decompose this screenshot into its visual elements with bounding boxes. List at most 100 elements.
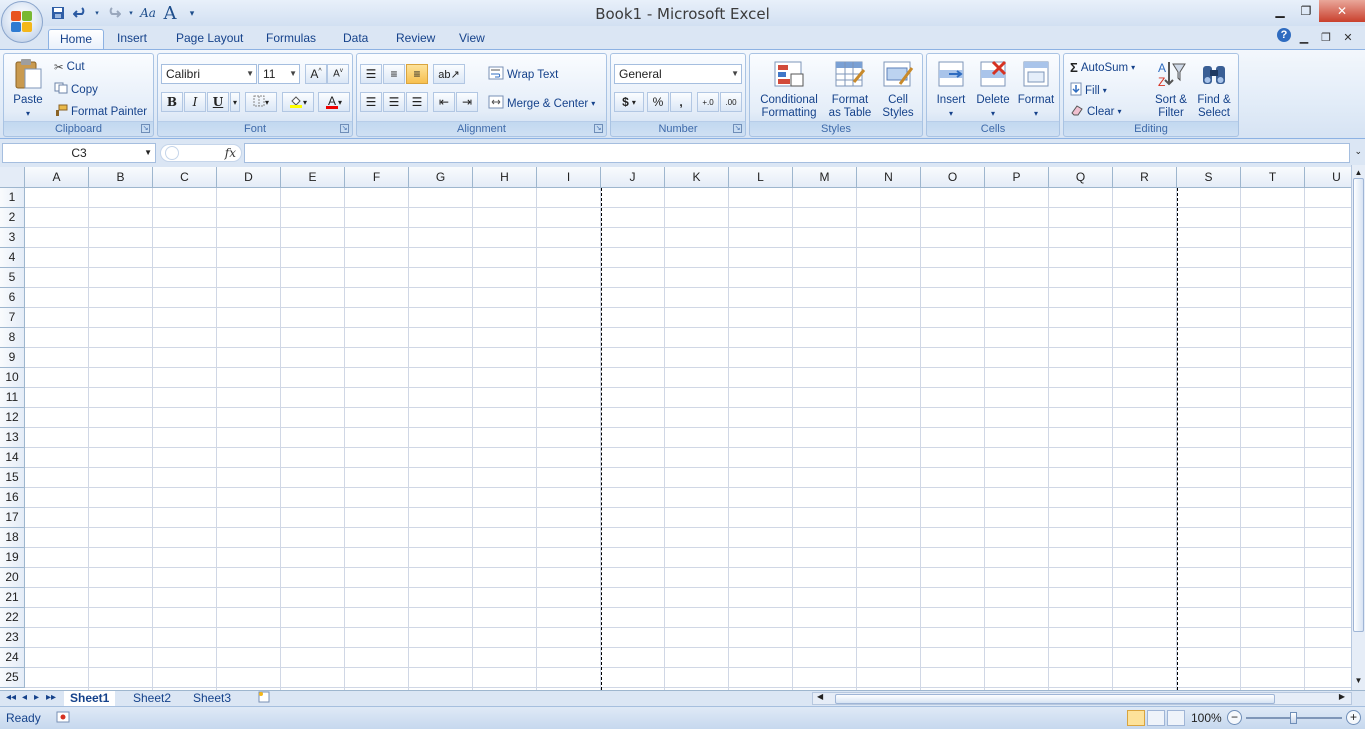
row-header[interactable]: 24 (0, 648, 25, 668)
copy-button[interactable]: Copy (54, 82, 98, 97)
font-name-combo[interactable]: Calibri ▼ (161, 64, 257, 84)
workbook-close-icon[interactable]: ✕ (1339, 28, 1357, 46)
row-header[interactable]: 12 (0, 408, 25, 428)
column-header[interactable]: J (601, 167, 665, 188)
row-header[interactable]: 15 (0, 468, 25, 488)
column-header[interactable]: K (665, 167, 729, 188)
office-button[interactable] (1, 1, 43, 43)
close-icon[interactable]: ✕ (1319, 0, 1365, 22)
grow-font-button[interactable]: A^ (305, 64, 327, 84)
worksheet-grid[interactable]: ABCDEFGHIJKLMNOPQRSTU 1 2 3 4 5 6 7 8 9 10 11 12 13 1… (0, 167, 1351, 690)
scroll-up-icon[interactable]: ▲ (1353, 168, 1364, 177)
column-header[interactable]: T (1241, 167, 1305, 188)
increase-decimal-button[interactable]: +.0 (697, 92, 719, 112)
column-header[interactable]: A (25, 167, 89, 188)
vertical-scroll-thumb[interactable] (1353, 178, 1364, 632)
italic-button[interactable]: I (184, 92, 206, 112)
wrap-text-button[interactable]: Wrap Text (488, 66, 558, 83)
merge-center-button[interactable]: Merge & Center ▾ (488, 95, 595, 112)
workbook-restore-icon[interactable]: ❐ (1317, 28, 1335, 46)
column-header[interactable]: C (153, 167, 217, 188)
shrink-font-button[interactable]: Av (327, 64, 349, 84)
fill-button[interactable]: Fill ▾ (1070, 82, 1107, 99)
row-header[interactable]: 20 (0, 568, 25, 588)
zoom-in-icon[interactable]: + (1346, 710, 1361, 725)
align-left-button[interactable]: ☰ (360, 92, 382, 112)
orientation-button[interactable]: ab↗ (433, 64, 465, 84)
zoom-slider-thumb[interactable] (1290, 712, 1297, 724)
formula-bar-handle-icon[interactable] (165, 146, 179, 160)
row-header[interactable]: 18 (0, 528, 25, 548)
number-format-combo[interactable]: General ▼ (614, 64, 742, 84)
row-header[interactable]: 13 (0, 428, 25, 448)
workbook-minimize-icon[interactable]: ▁ (1295, 28, 1313, 46)
row-header[interactable]: 10 (0, 368, 25, 388)
last-sheet-icon[interactable]: ▸▸ (46, 692, 56, 703)
insert-sheet-icon[interactable] (250, 691, 278, 706)
column-header[interactable]: E (281, 167, 345, 188)
sort-filter-button[interactable]: AZ Sort & Filter (1150, 58, 1192, 120)
next-sheet-icon[interactable]: ▸ (34, 692, 39, 703)
page-layout-view-icon[interactable] (1147, 710, 1165, 726)
autosum-button[interactable]: Σ AutoSum ▾ (1070, 60, 1135, 75)
row-header[interactable]: 6 (0, 288, 25, 308)
row-header[interactable]: 1 (0, 188, 25, 208)
formula-input[interactable] (244, 143, 1350, 163)
row-header[interactable]: 19 (0, 548, 25, 568)
expand-formula-bar-icon[interactable]: ⌄ (1354, 146, 1362, 157)
clear-button[interactable]: Clear ▾ (1070, 104, 1122, 119)
column-header[interactable]: B (89, 167, 153, 188)
comma-button[interactable]: , (670, 92, 692, 112)
column-header[interactable]: O (921, 167, 985, 188)
column-header[interactable]: D (217, 167, 281, 188)
column-header[interactable]: U (1305, 167, 1351, 188)
row-header[interactable]: 17 (0, 508, 25, 528)
align-right-button[interactable]: ☰ (406, 92, 428, 112)
fill-color-button[interactable]: ▾ (282, 92, 314, 112)
insert-function-icon[interactable]: fx (225, 146, 236, 160)
row-header[interactable]: 5 (0, 268, 25, 288)
row-header[interactable]: 14 (0, 448, 25, 468)
align-top-button[interactable]: ☰ (360, 64, 382, 84)
paste-dropdown-icon[interactable]: ▾ (26, 107, 30, 120)
row-header[interactable]: 4 (0, 248, 25, 268)
font-launcher-icon[interactable]: ↘ (340, 124, 349, 133)
font-size-dropdown-icon[interactable]: ▼ (289, 65, 297, 83)
decrease-decimal-button[interactable]: .00 (720, 92, 742, 112)
column-header[interactable]: R (1113, 167, 1177, 188)
increase-indent-button[interactable]: ⇥ (456, 92, 478, 112)
row-header[interactable]: 9 (0, 348, 25, 368)
name-box-dropdown-icon[interactable]: ▼ (144, 144, 152, 162)
row-header[interactable]: 11 (0, 388, 25, 408)
conditional-formatting-button[interactable]: Conditional Formatting (754, 58, 824, 120)
align-bottom-button[interactable]: ≡ (406, 64, 428, 84)
tab-home[interactable]: Home (48, 29, 105, 50)
column-header[interactable]: N (857, 167, 921, 188)
bold-button[interactable]: B (161, 92, 183, 112)
tab-page-layout[interactable]: Page Layout (165, 29, 254, 50)
name-box[interactable]: C3 ▼ (2, 143, 156, 163)
delete-cells-button[interactable]: Delete ▾ (973, 58, 1013, 120)
normal-view-icon[interactable] (1127, 710, 1145, 726)
scroll-right-icon[interactable]: ▶ (1339, 692, 1345, 701)
scroll-down-icon[interactable]: ▼ (1353, 676, 1364, 685)
tab-formulas[interactable]: Formulas (255, 29, 327, 50)
format-painter-button[interactable]: Format Painter (54, 104, 147, 119)
row-header[interactable]: 23 (0, 628, 25, 648)
merge-center-dropdown-icon[interactable]: ▾ (591, 99, 595, 108)
borders-button[interactable]: ▾ (245, 92, 277, 112)
column-header[interactable]: I (537, 167, 601, 188)
tab-insert[interactable]: Insert (106, 29, 158, 50)
minimize-icon[interactable]: ▁ (1267, 0, 1293, 22)
column-header[interactable]: M (793, 167, 857, 188)
currency-button[interactable]: $ ▾ (614, 92, 644, 112)
column-header[interactable]: L (729, 167, 793, 188)
row-header[interactable]: 21 (0, 588, 25, 608)
cell-styles-button[interactable]: Cell Styles (876, 58, 920, 120)
row-header[interactable]: 7 (0, 308, 25, 328)
format-cells-button[interactable]: Format ▾ (1015, 58, 1057, 120)
first-sheet-icon[interactable]: ◂◂ (6, 692, 16, 703)
zoom-level[interactable]: 100% (1191, 711, 1222, 725)
alignment-launcher-icon[interactable]: ↘ (594, 124, 603, 133)
sheet-tab-sheet1[interactable]: Sheet1 (64, 691, 116, 706)
